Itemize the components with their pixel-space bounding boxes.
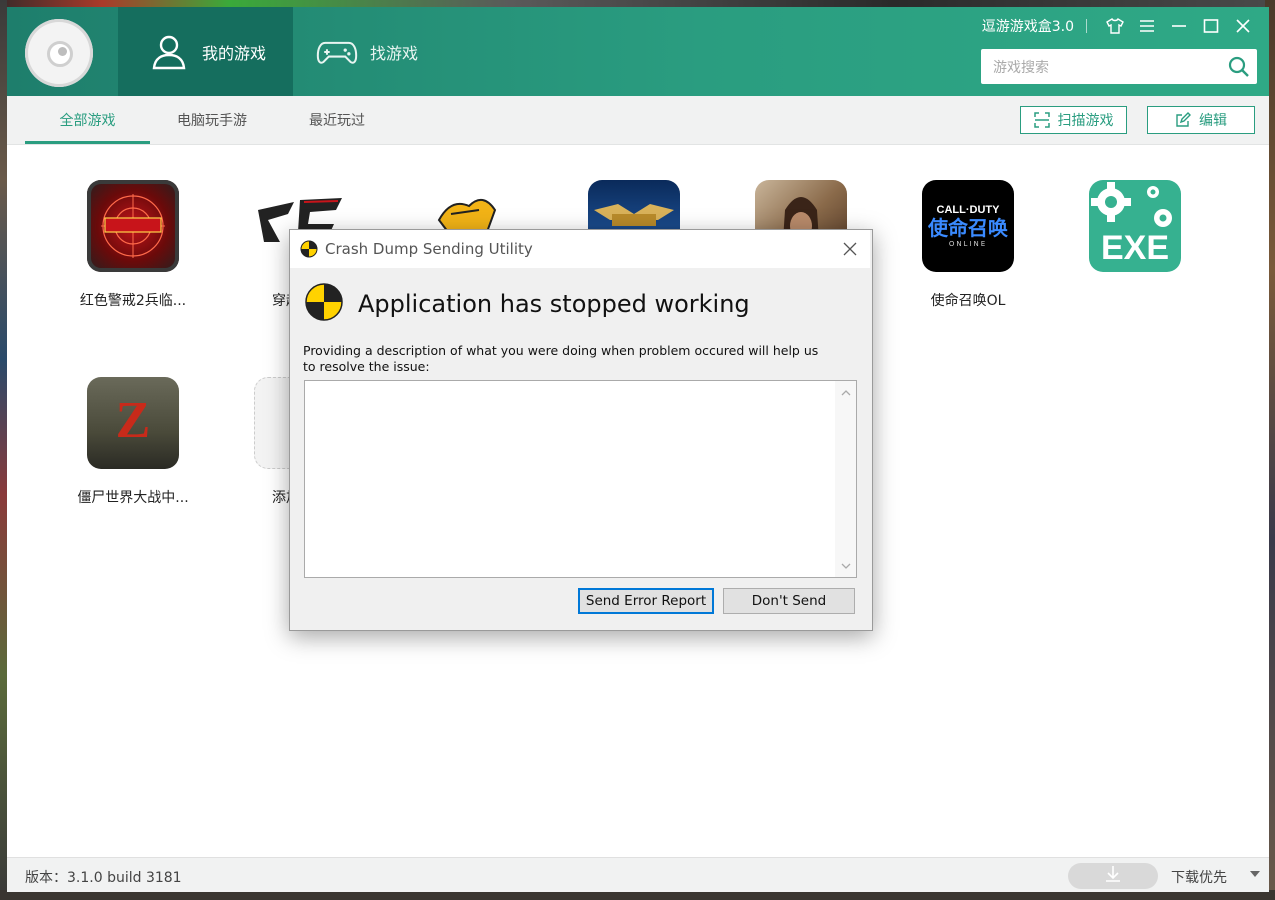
edit-button[interactable]: 编辑 (1147, 106, 1255, 134)
sub-tab-bar: 全部游戏 电脑玩手游 最近玩过 扫描游戏 编辑 (7, 96, 1269, 145)
status-bar: 版本：3.1.0 build 3181 下载优先 (7, 857, 1269, 892)
download-priority-label[interactable]: 下载优先 (1171, 867, 1227, 887)
dialog-title: Crash Dump Sending Utility (325, 240, 533, 258)
window-titlebar: 逗游游戏盒3.0 (982, 15, 1259, 37)
tab-recently-played[interactable]: 最近玩过 (287, 96, 387, 144)
chevron-down-icon[interactable] (1250, 871, 1260, 877)
scan-icon (1033, 112, 1050, 128)
scroll-down-icon[interactable] (835, 557, 856, 575)
scan-games-button[interactable]: 扫描游戏 (1020, 106, 1127, 134)
exe-icon-text: EXE (1100, 229, 1170, 267)
game-name: 使命召唤OL (930, 293, 1006, 309)
cod-icon-tag: ONLINE (948, 240, 988, 248)
minimize-icon[interactable] (1163, 15, 1195, 37)
problem-description-input[interactable] (305, 381, 839, 581)
tab-find-games-label: 找游戏 (370, 43, 419, 63)
tab-my-games-label: 我的游戏 (202, 43, 267, 63)
game-tile-exe[interactable]: EXE (1060, 180, 1210, 290)
cod-icon-title: CALL·DUTY (936, 204, 1000, 216)
tab-my-games[interactable]: 我的游戏 (118, 7, 293, 96)
red-alert-2-icon (87, 180, 179, 272)
game-name: 红色警戒2兵临... (79, 293, 187, 309)
dialog-heading-row: Application has stopped working (304, 282, 750, 326)
menu-icon[interactable] (1131, 15, 1163, 37)
scroll-up-icon[interactable] (835, 383, 856, 401)
app-header: 我的游戏 找游戏 逗游游戏盒3.0 (7, 7, 1269, 96)
game-tile-world-war-z[interactable]: Z 僵尸世界大战中... (58, 377, 208, 507)
download-button[interactable] (1068, 863, 1158, 889)
exe-icon: EXE (1089, 180, 1181, 272)
game-tile-red-alert-2[interactable]: 红色警戒2兵临... (58, 180, 208, 310)
edit-label: 编辑 (1199, 113, 1227, 129)
world-war-z-icon: Z (87, 377, 179, 469)
problem-description-box (304, 380, 857, 581)
dialog-description: Providing a description of what you were… (303, 343, 819, 374)
game-name: 僵尸世界大战中... (77, 490, 189, 506)
gamepad-icon (316, 31, 358, 73)
game-tile-call-of-duty-online[interactable]: CALL·DUTY 使命召唤 ONLINE 使命召唤OL (893, 180, 1043, 310)
cod-icon-subtitle: 使命召唤 (928, 216, 1008, 240)
search-icon[interactable] (1227, 55, 1251, 79)
dialog-heading: Application has stopped working (358, 290, 750, 318)
scan-games-label: 扫描游戏 (1057, 113, 1114, 129)
dialog-titlebar: Crash Dump Sending Utility (290, 230, 870, 268)
edit-icon (1175, 112, 1191, 128)
tab-find-games[interactable]: 找游戏 (312, 7, 462, 96)
desktop-background-left (0, 0, 7, 900)
app-logo[interactable] (25, 19, 93, 87)
close-icon[interactable] (836, 236, 864, 262)
close-icon[interactable] (1227, 15, 1259, 37)
wwz-icon-letter: Z (115, 392, 151, 449)
download-icon (1104, 865, 1122, 887)
skin-icon[interactable] (1099, 15, 1131, 37)
app-title: 逗游游戏盒3.0 (981, 19, 1074, 35)
vertical-scrollbar[interactable] (835, 381, 856, 577)
crash-dummy-icon (300, 240, 318, 262)
search-input[interactable] (991, 49, 1225, 86)
crash-dummy-icon (304, 282, 344, 326)
user-icon (148, 31, 190, 73)
search-box (981, 49, 1257, 86)
version-label: 版本：3.1.0 build 3181 (25, 870, 182, 886)
tab-pc-mobile-games[interactable]: 电脑玩手游 (157, 96, 267, 144)
crash-dialog: Crash Dump Sending Utility Application h… (289, 229, 873, 631)
send-error-report-button[interactable]: Send Error Report (578, 588, 714, 614)
call-of-duty-online-icon: CALL·DUTY 使命召唤 ONLINE (922, 180, 1014, 272)
dont-send-button[interactable]: Don't Send (723, 588, 855, 614)
desktop-background-top (0, 0, 1275, 7)
tab-all-games[interactable]: 全部游戏 (25, 96, 150, 144)
maximize-icon[interactable] (1195, 15, 1227, 37)
